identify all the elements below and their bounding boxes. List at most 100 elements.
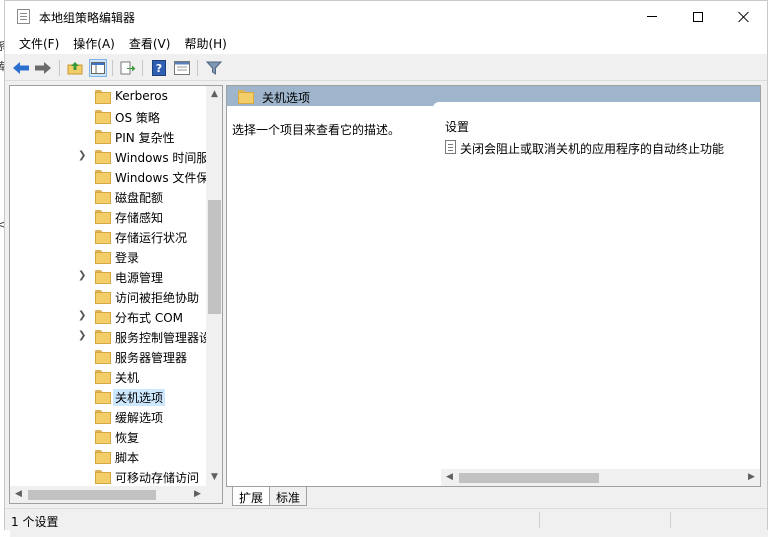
- scroll-right-arrow-icon[interactable]: ▶: [189, 486, 206, 503]
- tree-item-power-management[interactable]: ❯ 电源管理: [10, 266, 206, 286]
- details-pane: 关机选项 选择一个项目来查看它的描述。 设置 关闭会阻止或取消关机的应用程序的自…: [226, 85, 761, 487]
- tree-item-label: 磁盘配额: [115, 191, 164, 205]
- policy-setting-icon: [445, 140, 456, 154]
- tree-item-label: 关机选项: [113, 389, 166, 406]
- menu-action[interactable]: 操作(A): [66, 35, 122, 52]
- help-button[interactable]: ?: [150, 59, 168, 77]
- status-divider: [539, 512, 540, 528]
- tree-item-storage-health[interactable]: 存储运行状况: [10, 226, 206, 246]
- settings-list[interactable]: 设置 关闭会阻止或取消关机的应用程序的自动终止功能: [433, 102, 760, 486]
- app-icon: [17, 9, 30, 24]
- filter-icon: [206, 61, 222, 75]
- details-horizontal-scrollbar[interactable]: ◀ ▶: [441, 469, 760, 486]
- tab-extended[interactable]: 扩展: [232, 487, 271, 506]
- expand-chevron-icon[interactable]: ❯: [78, 310, 86, 321]
- tree-item-label: 服务控制管理器设: [115, 331, 212, 345]
- folder-icon: [94, 110, 111, 124]
- menu-file[interactable]: 文件(F): [5, 35, 66, 52]
- forward-button[interactable]: [34, 59, 52, 77]
- scroll-left-arrow-icon[interactable]: ◀: [10, 486, 27, 503]
- tree-horizontal-scrollbar[interactable]: ◀ ▶: [10, 486, 206, 503]
- scroll-up-arrow-icon[interactable]: ▲: [206, 86, 222, 103]
- toolbar-separator: [112, 60, 113, 76]
- tree-item-label: 存储感知: [115, 211, 164, 225]
- scrollbar-thumb[interactable]: [28, 490, 156, 500]
- menu-view[interactable]: 查看(V): [122, 35, 178, 52]
- folder-icon: [94, 250, 111, 264]
- tree-item-pin-complexity[interactable]: PIN 复杂性: [10, 126, 206, 146]
- tree-item-storage-sense[interactable]: 存储感知: [10, 206, 206, 226]
- folder-icon: [237, 90, 254, 104]
- expand-chevron-icon[interactable]: ❯: [78, 330, 86, 341]
- close-icon: [738, 11, 750, 23]
- maximize-button[interactable]: [675, 1, 721, 32]
- folder-icon: [94, 410, 111, 424]
- scroll-left-arrow-icon[interactable]: ◀: [441, 469, 458, 486]
- tab-standard[interactable]: 标准: [269, 487, 308, 506]
- tree-item-label: PIN 复杂性: [115, 131, 175, 145]
- tree-item-distributed-com[interactable]: ❯ 分布式 COM: [10, 306, 206, 326]
- folder-icon: [94, 350, 111, 364]
- tree-item-shutdown[interactable]: 关机: [10, 366, 206, 386]
- tree-item-scripts[interactable]: 脚本: [10, 446, 206, 466]
- tree-item-server-manager[interactable]: 服务器管理器: [10, 346, 206, 366]
- show-hide-tree-button[interactable]: [89, 59, 107, 77]
- back-button[interactable]: [12, 59, 30, 77]
- tree-item-label: 缓解选项: [115, 411, 164, 425]
- policy-setting-item[interactable]: 关闭会阻止或取消关机的应用程序的自动终止功能: [460, 140, 724, 157]
- export-list-icon: [120, 61, 136, 75]
- folder-icon: [94, 230, 111, 244]
- tree-item-windows-time[interactable]: ❯ Windows 时间服: [10, 146, 208, 166]
- tree-item-removable-storage-access[interactable]: 可移动存储访问: [10, 466, 206, 486]
- minimize-icon: [647, 16, 657, 17]
- expand-chevron-icon[interactable]: ❯: [78, 150, 86, 161]
- folder-icon: [94, 130, 111, 144]
- tree-item-kerberos[interactable]: Kerberos: [10, 86, 206, 106]
- svg-text:?: ?: [156, 62, 162, 75]
- folder-icon: [94, 430, 111, 444]
- title-bar[interactable]: 本地组策略编辑器: [5, 1, 767, 32]
- back-arrow-icon: [13, 62, 29, 74]
- tree-item-disk-quota[interactable]: 磁盘配额: [10, 186, 206, 206]
- tree-vertical-scrollbar[interactable]: ▲ ▼: [206, 86, 222, 486]
- close-button[interactable]: [721, 1, 767, 32]
- policy-tree[interactable]: Kerberos OS 策略 PIN 复杂性 ❯ Windows 时间服 Win…: [9, 85, 223, 504]
- export-list-button[interactable]: [119, 59, 137, 77]
- scrollbar-thumb[interactable]: [208, 200, 221, 314]
- status-bar: 1 个设置: [5, 508, 767, 530]
- folder-icon: [94, 170, 111, 184]
- scroll-right-arrow-icon[interactable]: ▶: [743, 469, 760, 486]
- view-tabs: 扩展 标准: [226, 487, 761, 507]
- tree-item-label: 服务器管理器: [115, 351, 188, 365]
- tree-item-access-denied-assistance[interactable]: 访问被拒绝协助: [10, 286, 206, 306]
- tree-item-label: 可移动存储访问: [115, 471, 200, 485]
- filter-button[interactable]: [205, 59, 223, 77]
- tree-item-mitigation-options[interactable]: 缓解选项: [10, 406, 206, 426]
- minimize-button[interactable]: [629, 1, 675, 32]
- expand-chevron-icon[interactable]: ❯: [78, 270, 86, 281]
- column-header-setting[interactable]: 设置: [445, 118, 469, 135]
- menu-help[interactable]: 帮助(H): [177, 35, 233, 52]
- window-title: 本地组策略编辑器: [39, 11, 136, 25]
- up-one-level-button[interactable]: [66, 59, 84, 77]
- tree-item-logon[interactable]: 登录: [10, 246, 206, 266]
- details-header-title: 关机选项: [262, 91, 311, 105]
- menu-bar: 文件(F) 操作(A) 查看(V) 帮助(H): [5, 32, 767, 54]
- forward-arrow-icon: [35, 62, 51, 74]
- help-icon: ?: [152, 60, 166, 76]
- folder-icon: [94, 390, 111, 404]
- properties-button[interactable]: [173, 59, 191, 77]
- maximize-icon: [693, 11, 703, 22]
- tree-item-service-control-manager[interactable]: ❯ 服务控制管理器设: [10, 326, 211, 346]
- tree-item-label: 分布式 COM: [115, 311, 183, 325]
- show-hide-tree-icon: [91, 62, 105, 74]
- scrollbar-thumb[interactable]: [459, 473, 599, 483]
- tree-item-windows-file-protection[interactable]: Windows 文件保: [10, 166, 208, 186]
- folder-icon: [94, 370, 111, 384]
- tree-item-recovery[interactable]: 恢复: [10, 426, 206, 446]
- tree-item-label: Kerberos: [115, 89, 168, 103]
- tree-item-label: 关机: [115, 371, 140, 385]
- tree-item-os-policy[interactable]: OS 策略: [10, 106, 206, 126]
- tree-item-shutdown-options[interactable]: 关机选项: [10, 386, 206, 406]
- scroll-down-arrow-icon[interactable]: ▼: [206, 469, 222, 486]
